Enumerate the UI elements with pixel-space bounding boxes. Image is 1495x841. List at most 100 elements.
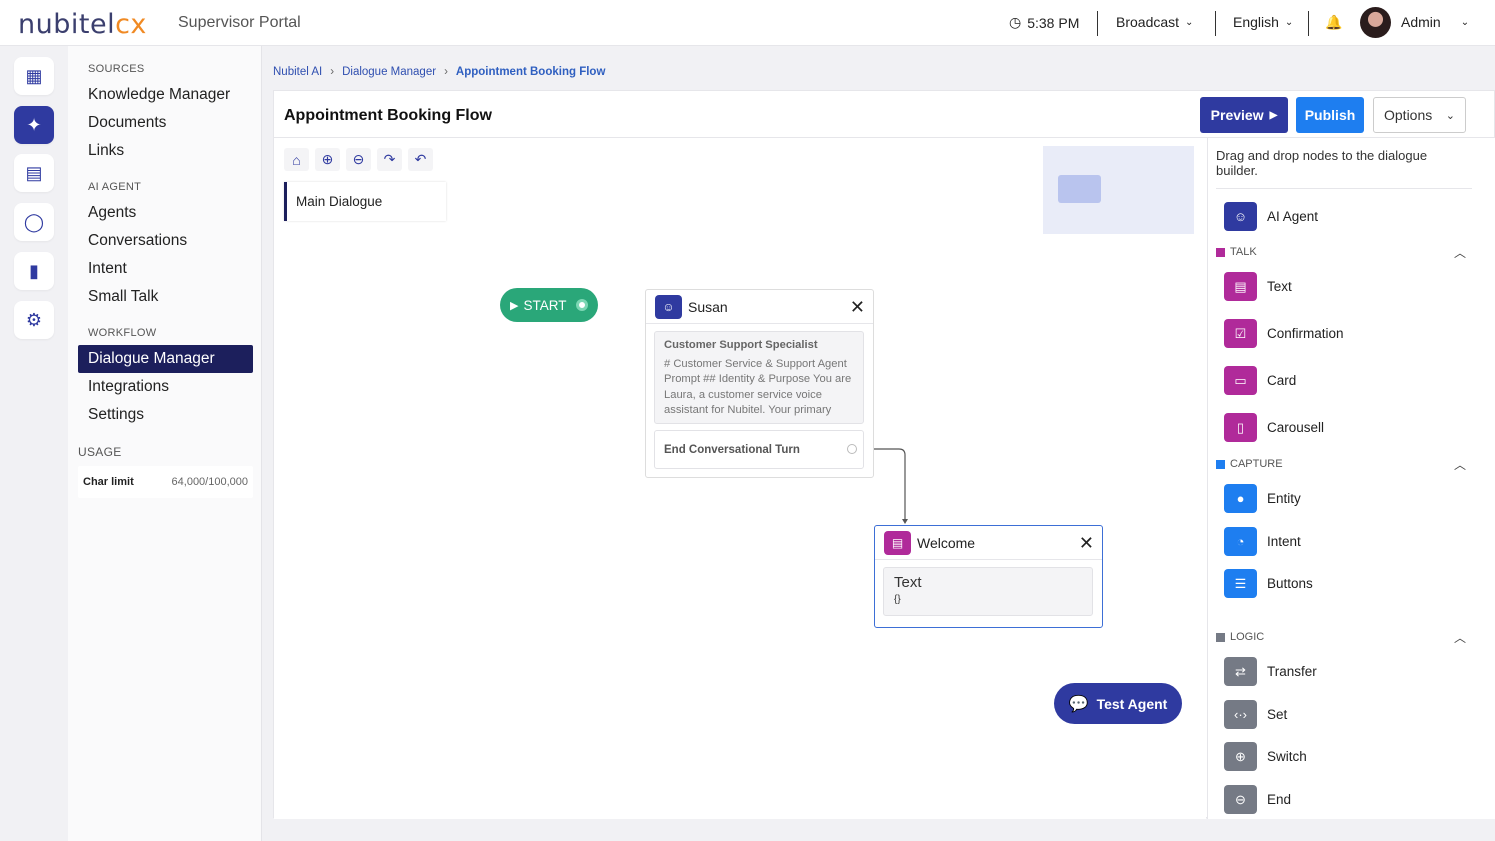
start-node[interactable]: ▶ START	[500, 288, 598, 322]
palette-item-label: Transfer	[1267, 664, 1317, 679]
start-label: START	[523, 297, 567, 313]
text-content[interactable]: Text {}	[883, 567, 1093, 616]
chevron-up-icon[interactable]: ︿	[1454, 244, 1466, 261]
flow-canvas[interactable]: ⌂ ⊕ ⊖ ↷ ↶ Main Dialogue ▶ START ☺ Susan …	[274, 138, 1206, 819]
preview-label: Preview	[1210, 107, 1264, 123]
checkbox-icon: ☑	[1224, 319, 1257, 348]
palette-card[interactable]: ▭ Card	[1224, 366, 1296, 395]
chevron-up-icon[interactable]: ︿	[1454, 456, 1466, 473]
minimap-viewport[interactable]	[1058, 175, 1101, 203]
section-logic[interactable]: LOGIC ︿	[1216, 629, 1466, 646]
zoom-out-icon[interactable]: ⊖	[346, 148, 371, 171]
chat-bubble-icon: ◔	[1224, 527, 1257, 556]
crumb-dialogue-manager[interactable]: Dialogue Manager	[342, 66, 436, 78]
palette-entity[interactable]: ● Entity	[1224, 484, 1301, 513]
agent-prompt[interactable]: Customer Support Specialist # Customer S…	[654, 331, 864, 424]
redo-icon[interactable]: ↷	[377, 148, 402, 171]
palette-buttons[interactable]: ☰ Buttons	[1224, 569, 1313, 598]
divider	[1097, 11, 1098, 36]
palette-switch[interactable]: ⊕ Switch	[1224, 742, 1307, 771]
nav-knowledge-manager[interactable]: Knowledge Manager	[78, 81, 253, 109]
options-label: Options	[1384, 107, 1433, 123]
logo[interactable]: nubitelcx	[18, 9, 147, 40]
nav-intent[interactable]: Intent	[78, 255, 253, 283]
palette-set[interactable]: ‹·› Set	[1224, 700, 1287, 729]
language-dropdown[interactable]: English ⌄	[1233, 14, 1293, 30]
nav-agents[interactable]: Agents	[78, 199, 253, 227]
chevron-right-icon: ›	[444, 66, 448, 78]
palette-hint: Drag and drop nodes to the dialogue buil…	[1216, 148, 1428, 178]
code-icon: ‹·›	[1224, 700, 1257, 729]
time-label: 5:38 PM	[1027, 14, 1080, 31]
nav-links[interactable]: Links	[78, 137, 253, 165]
text-value: {}	[894, 594, 901, 605]
gear-icon[interactable]: ⚙	[14, 301, 54, 339]
close-icon[interactable]: ✕	[1079, 533, 1094, 554]
publish-button[interactable]: Publish	[1296, 97, 1364, 133]
card-icon: ▭	[1224, 366, 1257, 395]
play-icon: ▶	[1269, 109, 1278, 121]
agent-node[interactable]: ☺ Susan ✕ Customer Support Specialist # …	[645, 289, 874, 478]
crumb-nubitel-ai[interactable]: Nubitel AI	[273, 66, 322, 78]
logic-square-icon	[1216, 632, 1225, 642]
avatar[interactable]	[1360, 7, 1391, 38]
contact-card-icon[interactable]: ▤	[14, 154, 54, 192]
nav-documents[interactable]: Documents	[78, 109, 253, 137]
palette-item-label: Confirmation	[1267, 326, 1344, 341]
dashboard-icon[interactable]: ▦	[14, 57, 54, 95]
swap-arrows-icon: ⇄	[1224, 657, 1257, 686]
bar-chart-icon[interactable]: ▮	[14, 252, 54, 290]
section-capture[interactable]: CAPTURE ︿	[1216, 456, 1466, 473]
play-circle-icon: ▶	[510, 299, 519, 312]
start-port[interactable]	[576, 299, 588, 311]
section-talk[interactable]: TALK ︿	[1216, 244, 1466, 261]
test-agent-button[interactable]: 💬 Test Agent	[1054, 683, 1182, 724]
nav-small-talk[interactable]: Small Talk	[78, 283, 253, 311]
chevron-right-icon: ›	[330, 66, 335, 78]
zoom-in-icon[interactable]: ⊕	[315, 148, 340, 171]
clock: ◷ 5:38 PM	[1009, 14, 1079, 31]
undo-icon[interactable]: ↶	[408, 148, 433, 171]
nav-conversations[interactable]: Conversations	[78, 227, 253, 255]
chevron-up-icon[interactable]: ︿	[1454, 629, 1466, 646]
palette-item-label: Set	[1267, 707, 1288, 722]
palette-intent[interactable]: ◔ Intent	[1224, 527, 1301, 556]
palette-carousell[interactable]: ▯ Carousell	[1224, 413, 1324, 442]
broadcast-dropdown[interactable]: Broadcast ⌄	[1116, 14, 1193, 30]
minimap[interactable]	[1043, 146, 1194, 234]
language-label: English	[1233, 14, 1279, 30]
end-turn-output[interactable]: End Conversational Turn	[654, 430, 864, 469]
nav-settings[interactable]: Settings	[78, 401, 253, 429]
section-label: CAPTURE	[1230, 458, 1283, 470]
chat-bubble-icon: 💬	[1068, 695, 1089, 713]
user-menu[interactable]: Admin ⌄	[1401, 14, 1469, 30]
carousel-icon: ▯	[1224, 413, 1257, 442]
user-name: Admin	[1401, 14, 1441, 30]
palette-confirmation[interactable]: ☑ Confirmation	[1224, 319, 1344, 348]
options-dropdown[interactable]: Options ⌄	[1373, 97, 1466, 133]
nav-integrations[interactable]: Integrations	[78, 373, 253, 401]
section-sources: SOURCES	[88, 63, 145, 75]
palette-ai-agent[interactable]: ☺ AI Agent	[1224, 202, 1318, 231]
palette-end[interactable]: ⊖ End	[1224, 785, 1291, 814]
nav-dialogue-manager[interactable]: Dialogue Manager	[78, 345, 253, 373]
palette-transfer[interactable]: ⇄ Transfer	[1224, 657, 1317, 686]
icon-rail: ▦ ✦ ▤ ◯ ▮ ⚙	[0, 46, 68, 841]
welcome-node[interactable]: ▤ Welcome ✕ Text {}	[874, 525, 1103, 628]
ring-icon[interactable]: ◯	[14, 203, 54, 241]
preview-button[interactable]: Preview ▶	[1200, 97, 1288, 133]
palette-text[interactable]: ▤ Text	[1224, 272, 1292, 301]
chevron-down-icon: ⌄	[1185, 16, 1194, 28]
side-nav: SOURCES Knowledge Manager Documents Link…	[68, 46, 262, 841]
bell-icon[interactable]: 🔔	[1325, 14, 1342, 31]
chevron-down-icon: ⌄	[1445, 109, 1455, 122]
ai-sparkle-icon[interactable]: ✦	[14, 106, 54, 144]
text-label: Text	[894, 574, 922, 591]
close-icon[interactable]: ✕	[850, 297, 865, 318]
main-dialogue-tab[interactable]: Main Dialogue	[284, 182, 446, 221]
canvas-toolbar: ⌂ ⊕ ⊖ ↷ ↶	[284, 148, 433, 171]
breadcrumb: Nubitel AI › Dialogue Manager › Appointm…	[273, 66, 605, 78]
home-icon[interactable]: ⌂	[284, 148, 309, 171]
test-agent-label: Test Agent	[1096, 695, 1168, 712]
output-port[interactable]	[847, 444, 857, 454]
